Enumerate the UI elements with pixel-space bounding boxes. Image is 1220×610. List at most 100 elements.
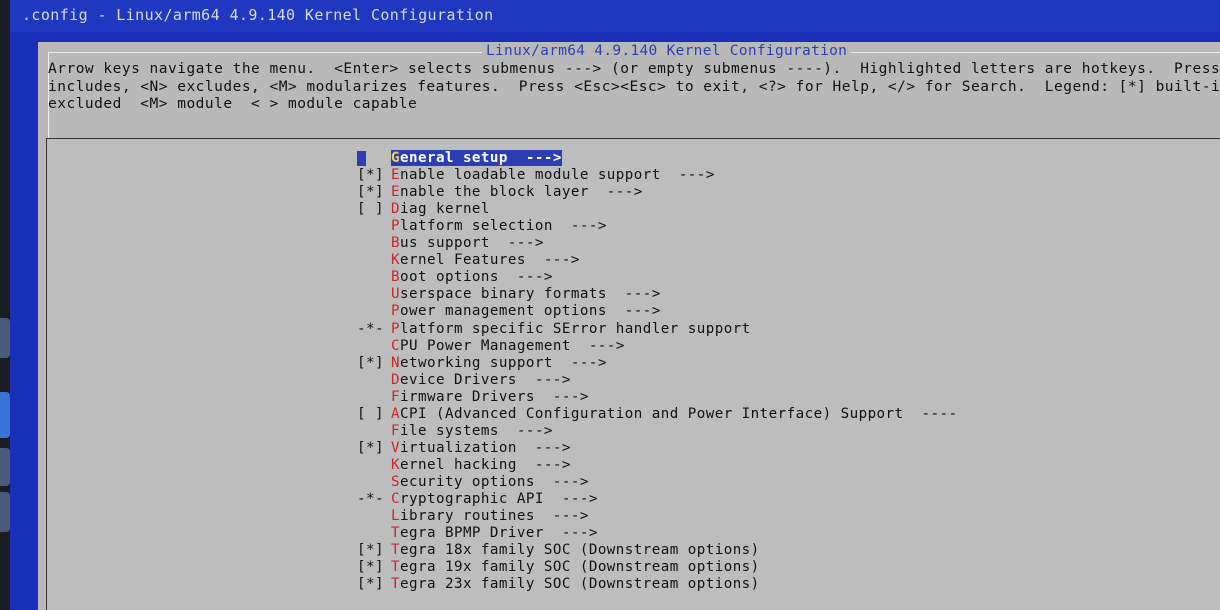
dock-icon[interactable] bbox=[0, 318, 10, 358]
menu-item[interactable]: [*] Tegra 18x family SOC (Downstream opti… bbox=[357, 542, 760, 559]
help-text-line: Arrow keys navigate the menu. <Enter> se… bbox=[48, 61, 1220, 77]
menu-item-text: eneral setup ---> bbox=[400, 150, 562, 166]
menu-item-hotkey: K bbox=[391, 252, 400, 269]
menu-item[interactable]: CPU Power Management ---> bbox=[357, 338, 625, 355]
menu-item-text: ower management options ---> bbox=[400, 303, 661, 320]
dock-icon[interactable] bbox=[0, 448, 10, 486]
terminal-screen: .config - Linux/arm64 4.9.140 Kernel Con… bbox=[0, 0, 1220, 610]
menu-item-hotkey: C bbox=[391, 337, 400, 354]
menu-item-label: Firmware Drivers ---> bbox=[391, 389, 589, 405]
menu-item-label: Kernel Features ---> bbox=[391, 252, 580, 268]
help-text-line: excluded <M> module < > module capable bbox=[48, 96, 418, 112]
menu-item-label: Tegra 18x family SOC (Downstream options… bbox=[391, 542, 760, 558]
menu-item[interactable]: Tegra BPMP Driver ---> bbox=[357, 525, 598, 542]
menu-item[interactable]: Boot options ---> bbox=[357, 269, 553, 286]
menu-item-text: us support ---> bbox=[400, 235, 544, 252]
menu-item[interactable]: [*] Networking support ---> bbox=[357, 355, 607, 372]
menu-item-hotkey: T bbox=[391, 542, 400, 559]
menu-item-label: Tegra 19x family SOC (Downstream options… bbox=[391, 559, 760, 575]
menu-item-hotkey: T bbox=[391, 525, 400, 542]
menu-item[interactable]: Library routines ---> bbox=[357, 508, 589, 525]
menu-item-label: General setup ---> bbox=[391, 150, 562, 166]
menu-item-label: Enable loadable module support ---> bbox=[391, 167, 715, 183]
menu-item-label: ACPI (Advanced Configuration and Power I… bbox=[391, 406, 957, 422]
menu-item-text: nable loadable module support ---> bbox=[400, 167, 715, 184]
menu-item-label: Cryptographic API ---> bbox=[391, 491, 598, 507]
menu-item-text: egra BPMP Driver ---> bbox=[400, 525, 598, 542]
selection-cursor bbox=[357, 150, 366, 166]
menu-item-hotkey: P bbox=[391, 218, 400, 235]
menu-list: General setup ---> [*] Enable loadable mod… bbox=[46, 138, 1220, 610]
menu-item-hotkey: N bbox=[391, 354, 400, 371]
menu-item-label: Platform selection ---> bbox=[391, 218, 607, 234]
menu-item[interactable]: Device Drivers ---> bbox=[357, 372, 571, 389]
menu-item-text: ernel Features ---> bbox=[400, 252, 580, 269]
dock-icon[interactable] bbox=[0, 492, 10, 532]
menu-item-state bbox=[357, 150, 391, 167]
menu-item-text: ibrary routines ---> bbox=[400, 508, 589, 525]
menu-item[interactable]: Kernel Features ---> bbox=[357, 252, 580, 269]
menu-item-hotkey: B bbox=[391, 269, 400, 286]
menu-item-text: ernel hacking ---> bbox=[400, 456, 571, 473]
menu-item[interactable]: [*] Virtualization ---> bbox=[357, 440, 571, 457]
menu-item[interactable]: Platform selection ---> bbox=[357, 218, 607, 235]
menu-item-text: ecurity options ---> bbox=[400, 473, 589, 490]
menu-item-text: evice Drivers ---> bbox=[400, 371, 571, 388]
menu-item-text: latform selection ---> bbox=[400, 218, 607, 235]
menu-item-label: Kernel hacking ---> bbox=[391, 457, 571, 473]
menu-item-hotkey: T bbox=[391, 559, 400, 576]
desktop-dock-edge bbox=[0, 0, 10, 610]
menuconfig-dialog: Linux/arm64 4.9.140 Kernel Configuration… bbox=[38, 42, 1220, 610]
menu-item[interactable]: [*] Enable the block layer ---> bbox=[357, 184, 643, 201]
menu-item-hotkey: L bbox=[391, 508, 400, 525]
menu-item-hotkey: V bbox=[391, 439, 400, 456]
menu-item[interactable]: [*] Tegra 23x family SOC (Downstream opti… bbox=[357, 576, 760, 593]
menu-item[interactable]: [ ] Diag kernel bbox=[357, 201, 490, 218]
menu-item-hotkey: B bbox=[391, 235, 400, 252]
menu-item[interactable]: Power management options ---> bbox=[357, 303, 661, 320]
menu-item-text: irmware Drivers ---> bbox=[400, 388, 589, 405]
menu-item-label: Boot options ---> bbox=[391, 269, 553, 285]
menu-item-state: [*] bbox=[357, 439, 384, 456]
menu-item-label: CPU Power Management ---> bbox=[391, 338, 625, 354]
menu-item-hotkey: D bbox=[391, 201, 400, 218]
terminal-title-bar: .config - Linux/arm64 4.9.140 Kernel Con… bbox=[10, 0, 1220, 32]
menu-item[interactable]: General setup ---> bbox=[357, 150, 562, 167]
menu-item[interactable]: Kernel hacking ---> bbox=[357, 457, 571, 474]
menu-item-hotkey: F bbox=[391, 422, 400, 439]
menu-item-label: Security options ---> bbox=[391, 474, 589, 490]
menu-item-label: Userspace binary formats ---> bbox=[391, 286, 661, 302]
menu-item-state: [*] bbox=[357, 167, 384, 184]
dock-icon[interactable] bbox=[0, 392, 10, 438]
menu-item[interactable]: Firmware Drivers ---> bbox=[357, 389, 589, 406]
menu-item-hotkey: T bbox=[391, 576, 400, 593]
menu-item-state: [ ] bbox=[357, 201, 384, 218]
menu-item-text: etworking support ---> bbox=[400, 354, 607, 371]
menu-item-hotkey: U bbox=[391, 286, 400, 303]
menu-item-hotkey: K bbox=[391, 456, 400, 473]
window-title: .config - Linux/arm64 4.9.140 Kernel Con… bbox=[22, 6, 494, 24]
menu-item-label: Diag kernel bbox=[391, 201, 490, 217]
menu-item-text: iag kernel bbox=[400, 201, 490, 218]
menu-item-label: Enable the block layer ---> bbox=[391, 184, 643, 200]
menu-item[interactable]: -*- Platform specific SError handler supp… bbox=[357, 321, 751, 338]
menu-item-label: Power management options ---> bbox=[391, 303, 661, 319]
menu-item[interactable]: File systems ---> bbox=[357, 423, 553, 440]
menu-item[interactable]: Bus support ---> bbox=[357, 235, 544, 252]
menu-item[interactable]: [ ] ACPI (Advanced Configuration and Powe… bbox=[357, 406, 957, 423]
dialog-title: Linux/arm64 4.9.140 Kernel Configuration bbox=[482, 43, 852, 59]
menu-item-state: [*] bbox=[357, 184, 384, 201]
menu-item[interactable]: -*- Cryptographic API ---> bbox=[357, 491, 598, 508]
menu-item-hotkey: D bbox=[391, 371, 400, 388]
menu-item-text: PU Power Management ---> bbox=[400, 337, 625, 354]
menu-item-hotkey: G bbox=[391, 150, 400, 166]
menu-item[interactable]: Security options ---> bbox=[357, 474, 589, 491]
menu-item-label: Virtualization ---> bbox=[391, 440, 571, 456]
menu-item-label: Library routines ---> bbox=[391, 508, 589, 524]
menu-item[interactable]: Userspace binary formats ---> bbox=[357, 286, 661, 303]
menu-item-text: egra 19x family SOC (Downstream options) bbox=[400, 559, 760, 576]
menu-item[interactable]: [*] Tegra 19x family SOC (Downstream opti… bbox=[357, 559, 760, 576]
menu-item-label: Tegra BPMP Driver ---> bbox=[391, 525, 598, 541]
menu-item[interactable]: [*] Enable loadable module support ---> bbox=[357, 167, 715, 184]
menu-item-hotkey: C bbox=[391, 491, 400, 507]
